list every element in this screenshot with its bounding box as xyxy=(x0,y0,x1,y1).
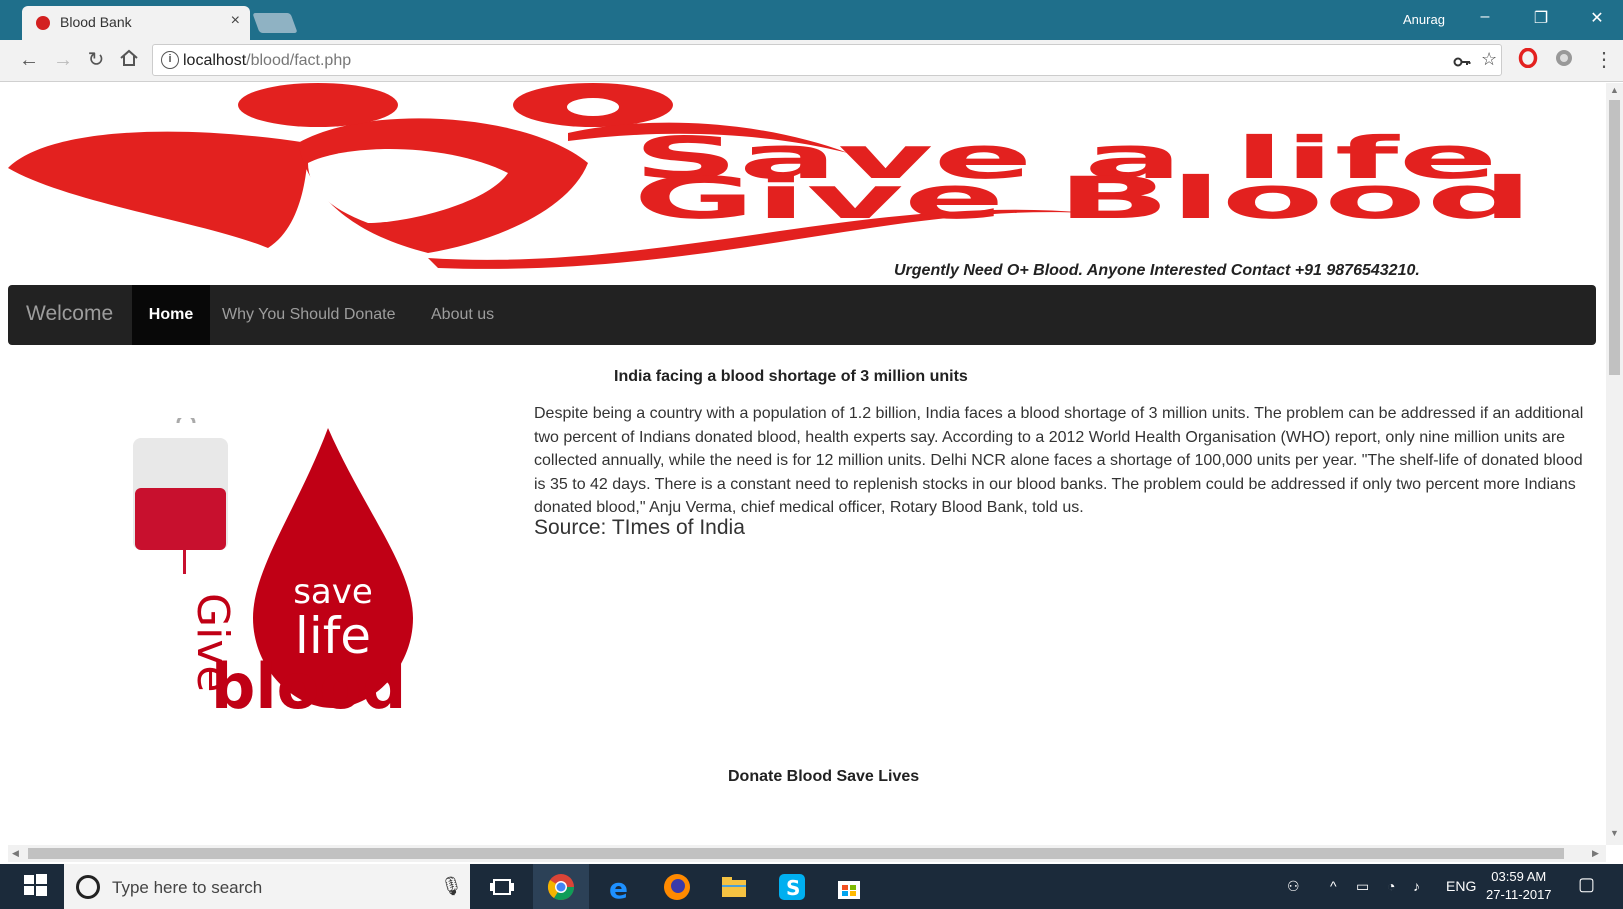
svg-text:e: e xyxy=(609,872,628,902)
language-indicator[interactable]: ENG xyxy=(1446,878,1476,894)
profile-name[interactable]: Anurag xyxy=(1403,12,1445,27)
skype-icon[interactable]: S xyxy=(777,872,807,902)
taskbar: Type here to search 🎙 e S ⚇ ^ ▭ ◔ ♪ ENG xyxy=(0,864,1623,909)
address-bar[interactable]: i localhost/blood/fact.php ☆ xyxy=(152,44,1502,76)
people-icon[interactable]: ⚇ xyxy=(1287,878,1300,895)
microphone-icon[interactable]: 🎙 xyxy=(440,876,463,897)
nav-item-home[interactable]: Home xyxy=(132,285,210,345)
menu-dots-icon[interactable]: ⋮ xyxy=(1592,48,1616,72)
nav-item-why-donate[interactable]: Why You Should Donate xyxy=(222,306,395,324)
new-tab-button[interactable] xyxy=(252,13,298,33)
browser-tab[interactable]: Blood Bank × xyxy=(22,6,250,40)
favicon-icon xyxy=(36,16,50,30)
info-icon[interactable]: i xyxy=(161,51,179,69)
article-source: Source: TImes of India xyxy=(534,516,745,539)
screen: Blood Bank × Anurag – ❐ ✕ ← → ↻ i localh… xyxy=(0,0,1623,909)
chrome-icon[interactable] xyxy=(546,872,576,902)
extension-icon[interactable] xyxy=(1553,48,1575,70)
scroll-right-icon[interactable]: ▶ xyxy=(1592,848,1599,859)
battery-icon[interactable]: ▭ xyxy=(1356,878,1369,895)
home-icon[interactable] xyxy=(117,48,141,72)
browser-toolbar: ← → ↻ i localhost/blood/fact.php ☆ ⋮ xyxy=(0,40,1623,82)
tab-title: Blood Bank xyxy=(60,14,132,30)
task-view-icon[interactable] xyxy=(487,872,517,902)
wifi-icon[interactable]: ◔ xyxy=(1387,878,1395,894)
volume-icon[interactable]: ♪ xyxy=(1413,878,1420,894)
clock-time: 03:59 AM xyxy=(1491,869,1547,884)
banner-line2: Give Blood xyxy=(633,164,1533,232)
nav-item-about[interactable]: About us xyxy=(431,306,494,324)
clock[interactable]: 03:59 AM 27-11-2017 xyxy=(1486,868,1552,904)
horizontal-scrollbar[interactable]: ◀ ▶ xyxy=(8,845,1606,862)
vertical-scroll-thumb[interactable] xyxy=(1609,100,1620,375)
windows-start-icon[interactable] xyxy=(22,872,50,900)
search-placeholder: Type here to search xyxy=(112,878,263,897)
bookmark-star-icon[interactable]: ☆ xyxy=(1481,49,1497,70)
navbar-brand[interactable]: Welcome xyxy=(26,302,113,326)
give-blood-logo: save life Give blood xyxy=(123,413,463,728)
url-text: localhost/blood/fact.php xyxy=(183,52,352,69)
back-icon[interactable]: ← xyxy=(17,48,41,72)
cortana-icon xyxy=(76,875,100,899)
banner-graphic: Save a life Give Blood xyxy=(8,83,1533,269)
banner: Save a life Give Blood Urgently Need O+ … xyxy=(8,83,1606,283)
vertical-scrollbar[interactable]: ▲ ▼ xyxy=(1606,83,1623,845)
taskbar-search[interactable]: Type here to search 🎙 xyxy=(64,864,470,909)
scroll-left-icon[interactable]: ◀ xyxy=(12,848,19,859)
navbar: Welcome Home Why You Should Donate About… xyxy=(8,285,1596,345)
web-page: Save a life Give Blood Urgently Need O+ … xyxy=(8,83,1606,845)
svg-text:S: S xyxy=(786,876,800,900)
firefox-icon[interactable] xyxy=(662,872,692,902)
logo-blood-text: blood xyxy=(211,650,406,723)
restore-button[interactable]: ❐ xyxy=(1526,8,1556,28)
article-title: India facing a blood shortage of 3 milli… xyxy=(614,368,968,385)
reload-icon[interactable]: ↻ xyxy=(84,48,108,72)
browser-titlebar: Blood Bank × Anurag – ❐ ✕ xyxy=(0,0,1623,40)
forward-icon[interactable]: → xyxy=(51,48,75,72)
urgent-notice: Urgently Need O+ Blood. Anyone Intereste… xyxy=(894,262,1420,279)
horizontal-scroll-thumb[interactable] xyxy=(28,848,1564,859)
tab-close-icon[interactable]: × xyxy=(231,12,240,30)
footer-text: Donate Blood Save Lives xyxy=(728,768,920,785)
scroll-down-icon[interactable]: ▼ xyxy=(1610,828,1619,838)
action-center-icon[interactable]: ▢ xyxy=(1578,874,1595,895)
clock-date: 27-11-2017 xyxy=(1486,887,1552,902)
file-explorer-icon[interactable] xyxy=(719,872,749,902)
key-icon[interactable] xyxy=(1453,49,1471,76)
edge-icon[interactable]: e xyxy=(605,872,635,905)
minimize-button[interactable]: – xyxy=(1470,8,1500,26)
article-body: Despite being a country with a populatio… xyxy=(534,405,1584,516)
show-hidden-icons-icon[interactable]: ^ xyxy=(1330,878,1337,894)
store-icon[interactable] xyxy=(834,872,864,902)
logo-save-text: save xyxy=(293,572,373,612)
scroll-up-icon[interactable]: ▲ xyxy=(1610,85,1619,95)
close-window-button[interactable]: ✕ xyxy=(1582,8,1612,28)
opera-extension-icon[interactable] xyxy=(1517,47,1539,70)
